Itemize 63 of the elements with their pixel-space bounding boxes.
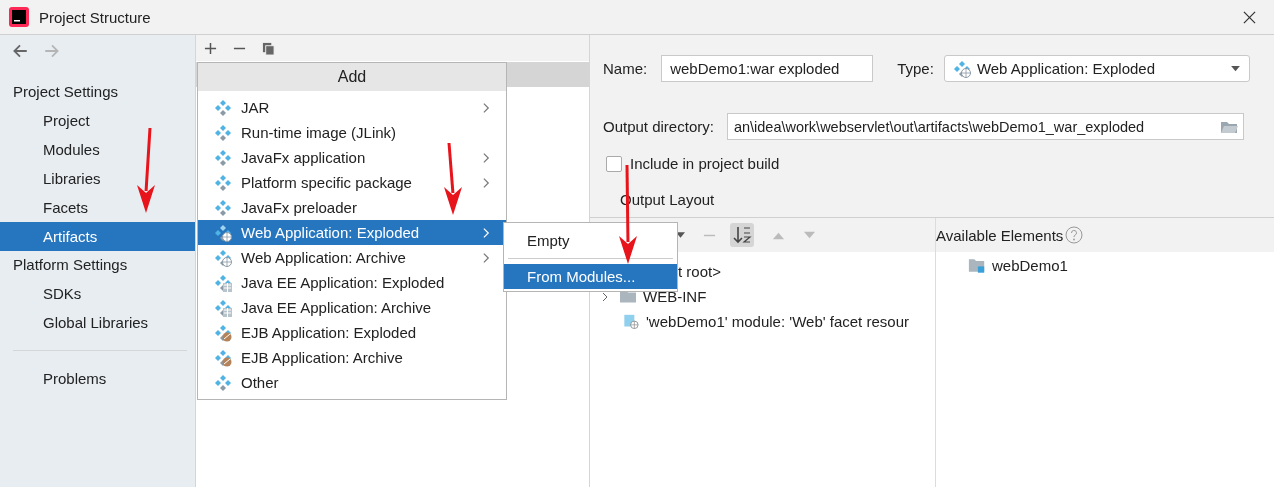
window-title: Project Structure — [39, 8, 151, 26]
sidebar-item[interactable]: Project — [0, 106, 195, 135]
sidebar-item[interactable]: Modules — [0, 135, 195, 164]
caret-icon[interactable] — [676, 232, 685, 238]
artifact-icon — [214, 123, 232, 142]
sidebar-item[interactable]: Problems — [0, 364, 195, 393]
menu-item[interactable]: EJB Application: Exploded — [198, 320, 506, 345]
sidebar-item[interactable]: Global Libraries — [0, 308, 195, 337]
section-header: Project Settings — [12, 82, 120, 102]
enterprise-module-icon — [214, 298, 232, 317]
output-directory-field[interactable]: an\idea\work\webservlet\out\artifacts\webDemo1_war_exploded — [726, 113, 1244, 140]
web-module-icon — [952, 59, 971, 78]
artifact-icon — [214, 198, 232, 217]
artifact-icon — [214, 373, 232, 392]
sort-icon[interactable] — [730, 223, 754, 247]
copy-icon[interactable] — [262, 41, 275, 55]
bean-module-icon — [214, 323, 232, 342]
web-module-icon — [214, 248, 232, 267]
menu-item[interactable]: From Modules... — [504, 264, 677, 289]
sidebar-item[interactable]: Artifacts — [0, 222, 195, 251]
tree-item[interactable]: t root> — [678, 263, 721, 280]
checkbox[interactable] — [606, 155, 622, 172]
sidebar-item[interactable]: SDKs — [0, 279, 195, 308]
menu-item[interactable]: Java EE Application: Archive — [198, 295, 506, 320]
menu-item[interactable]: Web Application: Archive — [198, 245, 506, 270]
menu-item[interactable]: Java EE Application: Exploded — [198, 270, 506, 295]
field-label: Name: — [603, 60, 648, 77]
available-item[interactable]: webDemo1 — [992, 256, 1068, 274]
menu-item[interactable]: Web Application: Exploded — [198, 220, 506, 245]
tree-item[interactable]: 'webDemo1' module: 'Web' facet resour — [646, 313, 909, 330]
web-resource-icon — [622, 314, 640, 329]
artifact-icon — [214, 173, 232, 192]
panel-title: Available Elements — [936, 226, 1064, 244]
module-folder-icon — [968, 257, 986, 273]
artifact-icon — [214, 148, 232, 167]
menu-item[interactable]: EJB Application: Archive — [198, 345, 506, 370]
app-logo-icon — [9, 7, 29, 27]
sidebar-item[interactable]: Facets — [0, 193, 195, 222]
bean-module-icon — [214, 348, 232, 367]
menu-item[interactable]: JavaFx preloader — [198, 195, 506, 220]
close-icon[interactable] — [1243, 10, 1256, 24]
name-field[interactable]: webDemo1:war exploded — [661, 55, 874, 82]
menu-item[interactable]: Empty — [504, 228, 677, 253]
section-header: Platform Settings — [12, 255, 129, 275]
menu-header: Add — [198, 63, 506, 91]
menu-item[interactable]: Other — [198, 370, 506, 395]
field-label: Type: — [897, 60, 934, 77]
type-dropdown[interactable]: Web Application: Exploded — [943, 55, 1250, 82]
help-icon[interactable] — [1065, 226, 1084, 244]
menu-item[interactable]: Platform specific package — [198, 170, 506, 195]
back-icon[interactable] — [11, 42, 29, 60]
enterprise-module-icon — [214, 273, 232, 292]
menu-item[interactable]: JavaFx application — [198, 145, 506, 170]
field-label: Output directory: — [603, 118, 714, 135]
sidebar-item[interactable]: Libraries — [0, 164, 195, 193]
tree-item[interactable]: WEB-INF — [643, 288, 707, 305]
web-module-icon — [214, 223, 232, 242]
artifact-icon — [214, 98, 232, 117]
add-icon[interactable] — [204, 41, 217, 55]
menu-item[interactable]: Run-time image (JLink) — [198, 120, 506, 145]
caret-icon — [1229, 65, 1241, 72]
menu-item[interactable]: JAR — [198, 95, 506, 120]
checkbox-label: Include in project build — [630, 155, 780, 172]
